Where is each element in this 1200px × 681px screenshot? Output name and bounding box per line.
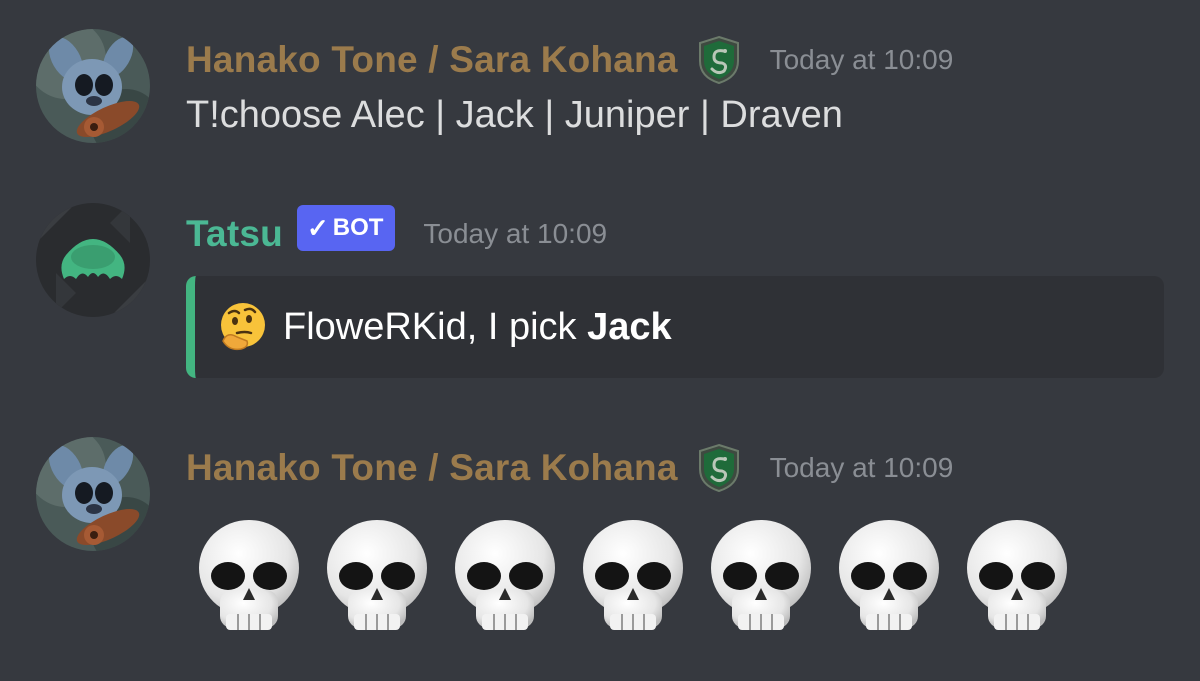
message-content: T!choose Alec | Jack | Juniper | Draven — [186, 94, 843, 136]
bot-tag-label: BOT — [332, 214, 384, 241]
bot-avatar[interactable] — [36, 203, 150, 317]
timestamp[interactable]: Today at 10:09 — [423, 218, 607, 250]
embed: FloweRKid, I pick Jack — [186, 276, 1164, 378]
timestamp[interactable]: Today at 10:09 — [770, 452, 954, 484]
embed-text-bold: Jack — [587, 305, 672, 348]
skull-icon — [324, 518, 430, 638]
username[interactable]: Tatsu — [186, 213, 283, 255]
embed-description: FloweRKid, I pick Jack — [283, 306, 672, 349]
chat-message-list: Hanako Tone / Sara Kohana Today at 10:09… — [0, 0, 1200, 681]
tatsu-avatar-icon — [36, 203, 150, 317]
slytherin-crest-icon[interactable] — [696, 35, 742, 85]
embed-text-prefix: FloweRKid, I pick — [283, 305, 588, 348]
skull-icon — [452, 518, 558, 638]
thinking-face-icon — [217, 301, 269, 353]
user-avatar[interactable] — [36, 437, 150, 551]
emoji-row — [196, 518, 1070, 638]
skull-icon — [964, 518, 1070, 638]
username[interactable]: Hanako Tone / Sara Kohana — [186, 39, 678, 81]
slytherin-crest-icon[interactable] — [696, 443, 742, 493]
stitch-avatar-icon — [36, 29, 150, 143]
timestamp[interactable]: Today at 10:09 — [770, 44, 954, 76]
skull-icon — [708, 518, 814, 638]
skull-icon — [580, 518, 686, 638]
skull-icon — [836, 518, 942, 638]
verified-check-icon: ✓ — [306, 212, 329, 243]
bot-tag: ✓ BOT — [296, 205, 396, 251]
username[interactable]: Hanako Tone / Sara Kohana — [186, 447, 678, 489]
skull-icon — [196, 518, 302, 638]
stitch-avatar-icon — [36, 437, 150, 551]
user-avatar[interactable] — [36, 29, 150, 143]
